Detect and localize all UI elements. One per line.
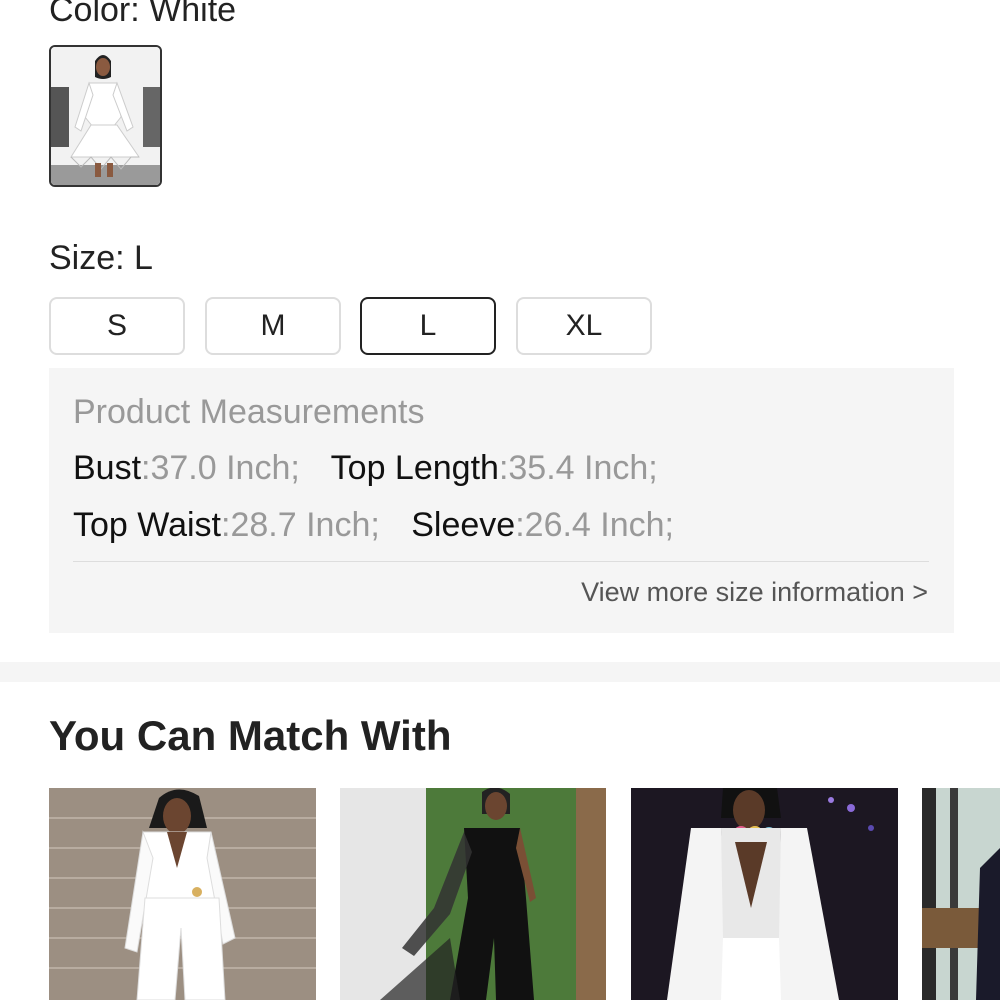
- size-option-l[interactable]: L: [360, 297, 496, 355]
- white-cape-jumpsuit-image: [631, 788, 898, 1000]
- match-item-black-jumpsuit[interactable]: [340, 788, 606, 1000]
- black-jumpsuit-image: [340, 788, 606, 1000]
- measurements-list: Bust:37.0 Inch; Top Length:35.4 Inch; To…: [73, 440, 933, 554]
- match-item-white-jumpsuit[interactable]: [49, 788, 316, 1000]
- color-swatch-white[interactable]: [49, 45, 162, 187]
- match-item-white-cape-jumpsuit[interactable]: [631, 788, 898, 1000]
- size-option-xl[interactable]: XL: [516, 297, 652, 355]
- measurement-bust: Bust:37.0 Inch;: [73, 449, 300, 487]
- view-more-size-link[interactable]: View more size information >: [581, 577, 928, 608]
- divider: [73, 561, 929, 562]
- measurements-title: Product Measurements: [73, 393, 425, 431]
- measurement-top-waist: Top Waist:28.7 Inch;: [73, 506, 380, 544]
- color-label: Color: White: [49, 0, 237, 29]
- product-measurements-panel: Product Measurements Bust:37.0 Inch; Top…: [49, 368, 954, 633]
- match-section-title: You Can Match With: [49, 712, 452, 759]
- size-option-s[interactable]: S: [49, 297, 185, 355]
- white-dress-thumbnail: [51, 47, 160, 185]
- measurement-top-length: Top Length:35.4 Inch;: [330, 449, 658, 487]
- section-separator: [0, 662, 1000, 682]
- partial-product-image: [922, 788, 1000, 1000]
- measurement-sleeve: Sleeve:26.4 Inch;: [411, 506, 674, 544]
- white-lace-jumpsuit-image: [49, 788, 316, 1000]
- size-label: Size: L: [49, 239, 153, 277]
- size-option-m[interactable]: M: [205, 297, 341, 355]
- match-item-partial[interactable]: [922, 788, 1000, 1000]
